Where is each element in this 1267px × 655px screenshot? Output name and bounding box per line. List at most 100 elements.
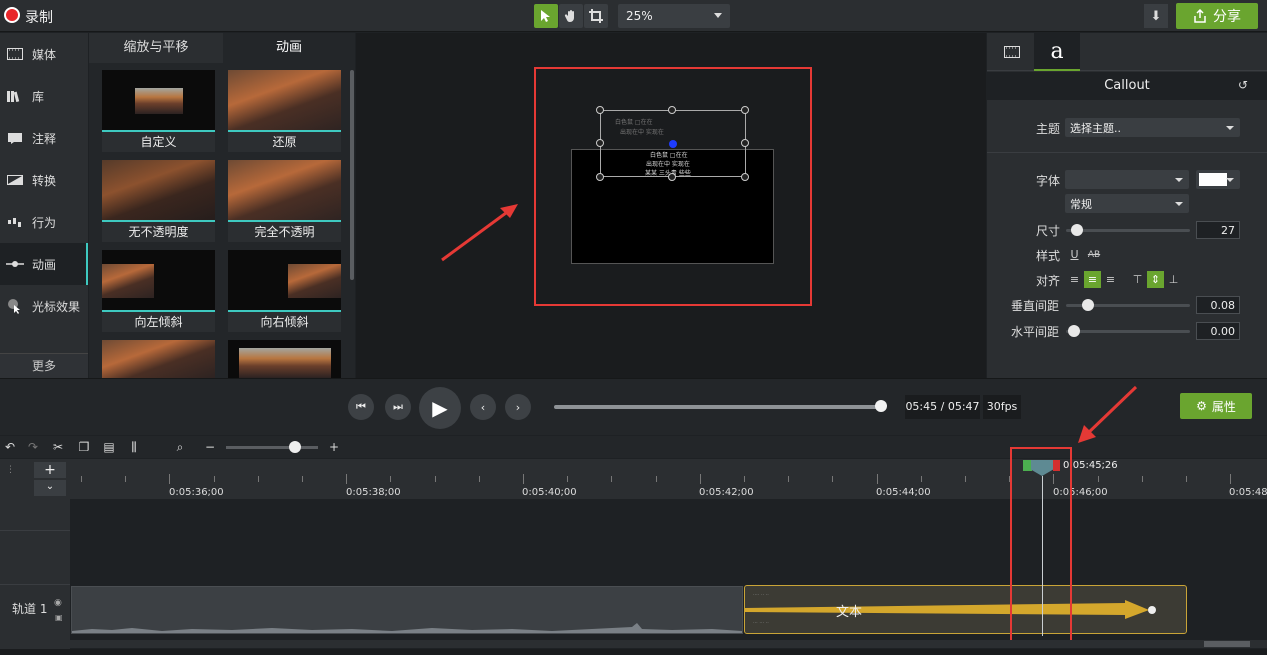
play-button[interactable]: ▶	[419, 387, 461, 429]
align-center-icon[interactable]: ≡	[1084, 271, 1101, 288]
sidebar-item-label: 转换	[32, 173, 57, 188]
library-icon	[6, 89, 24, 103]
animation-thumb-partial[interactable]	[102, 340, 215, 378]
sidebar-item-label: 光标效果	[32, 299, 81, 314]
align-bottom-icon[interactable]: ⊥	[1165, 271, 1182, 288]
film-icon	[6, 47, 24, 61]
add-track-button[interactable]: +	[34, 462, 66, 478]
download-button[interactable]: ⬇	[1144, 4, 1168, 28]
sidebar-item-library[interactable]: 库	[0, 75, 88, 117]
timeline-scrollbar-thumb[interactable]	[1204, 641, 1250, 647]
timeline-zoom-thumb[interactable]	[289, 441, 301, 453]
previous-frame-button[interactable]: ‹	[470, 394, 496, 420]
ruler-tick	[81, 476, 82, 482]
tab-animations[interactable]: 动画	[223, 33, 355, 63]
eye-icon[interactable]: ◉	[54, 598, 62, 608]
redo-icon[interactable]: ↷	[25, 439, 41, 455]
select-tool-button[interactable]	[534, 4, 558, 28]
font-color-picker[interactable]	[1196, 170, 1240, 189]
panel-scrollbar[interactable]	[350, 70, 354, 280]
tab-zoom-n-pan[interactable]: 缩放与平移	[89, 33, 223, 63]
sidebar-item-media[interactable]: 媒体	[0, 33, 88, 75]
media-clip[interactable]	[71, 586, 743, 634]
reset-icon[interactable]: ↺	[1238, 78, 1248, 92]
size-slider[interactable]	[1066, 229, 1190, 232]
share-label: 分享	[1213, 9, 1241, 25]
sidebar-item-label: 库	[32, 89, 45, 104]
char-spacing-slider[interactable]	[1066, 330, 1190, 333]
zoom-out-icon[interactable]: −	[202, 439, 218, 455]
copy-icon[interactable]: ❐	[76, 439, 92, 455]
paste-icon[interactable]: ▤	[101, 439, 117, 455]
align-right-icon[interactable]: ≡	[1102, 271, 1119, 288]
style-label: 样式	[1035, 249, 1060, 263]
strikethrough-button[interactable]: AB	[1083, 246, 1105, 263]
animation-thumb-restore[interactable]: 还原	[228, 70, 341, 152]
ruler-tick-label: 0:05:42;00	[699, 487, 754, 498]
sidebar-item-label: 动画	[32, 257, 57, 272]
theme-dropdown[interactable]: 选择主题..	[1065, 118, 1240, 137]
align-middle-icon[interactable]: ⇕	[1147, 271, 1164, 288]
animation-thumb-no-opacity[interactable]: 无不透明度	[102, 160, 215, 242]
animation-thumb-custom[interactable]: 自定义	[102, 70, 215, 152]
tab-text-properties[interactable]: a	[1034, 33, 1080, 71]
crop-tool-button[interactable]	[584, 4, 608, 28]
record-button-label[interactable]: 录制	[25, 7, 53, 27]
line-spacing-slider-thumb[interactable]	[1082, 299, 1094, 311]
size-slider-thumb[interactable]	[1071, 224, 1083, 236]
step-forward-button[interactable]: ⏭	[385, 394, 411, 420]
align-left-icon[interactable]: ≡	[1066, 271, 1083, 288]
char-spacing-input[interactable]: 0.00	[1196, 322, 1240, 340]
timeline-zoom-slider[interactable]	[226, 446, 318, 449]
font-style-dropdown[interactable]: 常规	[1065, 194, 1189, 213]
ruler-tick	[567, 476, 568, 482]
pan-tool-button[interactable]	[559, 4, 583, 28]
hand-icon	[564, 10, 574, 23]
ruler-tick	[832, 476, 833, 482]
track-height-slider[interactable]: ⋮	[6, 465, 18, 495]
zoom-select[interactable]: 25%	[618, 4, 730, 28]
record-icon[interactable]	[4, 7, 20, 23]
animation-thumb-tilt-right[interactable]: 向右倾斜	[228, 250, 341, 332]
sidebar-item-annotations[interactable]: 注释	[0, 117, 88, 159]
lock-icon[interactable]: ▣	[55, 613, 63, 622]
share-button[interactable]: 分享	[1176, 3, 1258, 29]
undo-icon[interactable]: ↶	[2, 439, 18, 455]
properties-button[interactable]: ⚙ 属性	[1180, 393, 1252, 419]
font-dropdown[interactable]	[1065, 170, 1189, 189]
split-icon[interactable]: ⫼	[126, 439, 142, 455]
sidebar-item-transitions[interactable]: 转换	[0, 159, 88, 201]
more-button[interactable]: 更多	[0, 353, 88, 378]
size-input[interactable]: 27	[1196, 221, 1240, 239]
sidebar-item-behaviors[interactable]: 行为	[0, 201, 88, 243]
thumb-label: 无不透明度	[102, 222, 215, 242]
next-frame-button[interactable]: ›	[505, 394, 531, 420]
ruler-tick-label: 0:05:40;00	[522, 487, 577, 498]
line-spacing-input[interactable]: 0.08	[1196, 296, 1240, 314]
theme-value: 选择主题..	[1070, 122, 1121, 135]
ruler-tick	[877, 474, 878, 484]
size-label: 尺寸	[1035, 224, 1060, 238]
tab-visual-properties[interactable]	[993, 33, 1031, 70]
timeline-empty-area[interactable]	[70, 499, 1267, 584]
cut-icon[interactable]: ✂	[50, 439, 66, 455]
chevron-down-icon[interactable]: ⌄	[34, 480, 66, 496]
animation-icon	[6, 257, 24, 271]
ruler-tick	[435, 476, 436, 482]
text-clip[interactable]: ···· ·· ·· ··· ··· ··	[744, 585, 1187, 634]
char-spacing-slider-thumb[interactable]	[1068, 325, 1080, 337]
playback-progress-thumb[interactable]	[875, 400, 887, 412]
sidebar-item-animations[interactable]: 动画	[0, 243, 88, 285]
zoom-in-icon[interactable]: +	[326, 439, 342, 455]
animation-thumb-tilt-left[interactable]: 向左倾斜	[102, 250, 215, 332]
playback-progress[interactable]	[554, 405, 880, 409]
sidebar-item-cursor-effects[interactable]: 光标效果	[0, 285, 88, 327]
timeline-scrollbar[interactable]	[70, 640, 1267, 648]
search-icon[interactable]: ⌕	[172, 439, 188, 455]
step-back-button[interactable]: ⏮	[348, 394, 374, 420]
waveform	[72, 623, 742, 633]
align-top-icon[interactable]: ⊤	[1129, 271, 1146, 288]
animation-thumb-full-opacity[interactable]: 完全不透明	[228, 160, 341, 242]
animation-thumb-partial[interactable]	[228, 340, 341, 378]
underline-button[interactable]: U	[1066, 246, 1083, 263]
